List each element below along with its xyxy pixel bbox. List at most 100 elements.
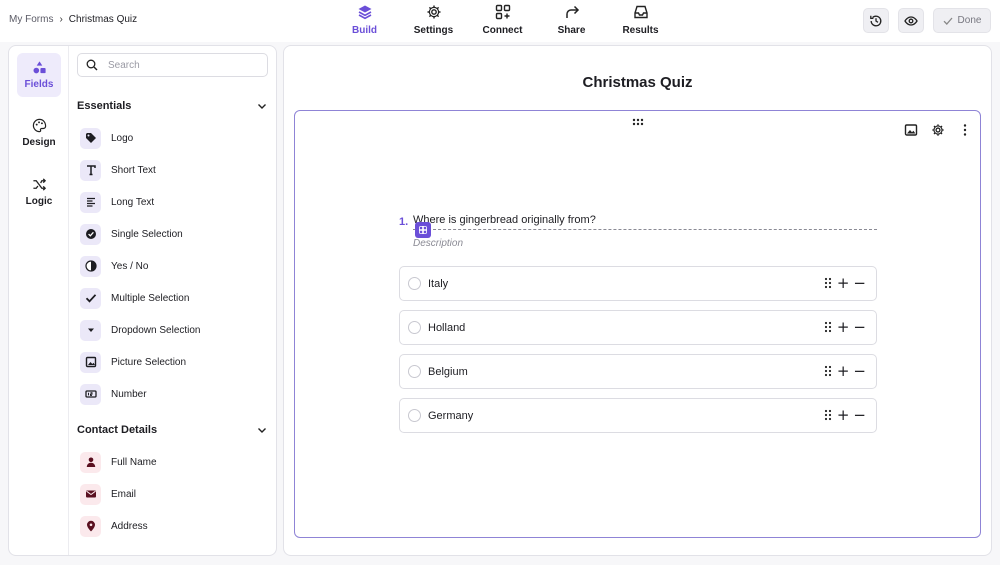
breadcrumb-separator-icon: › — [59, 14, 63, 25]
rail-design-label: Design — [22, 137, 56, 148]
rail-design[interactable]: Design — [17, 111, 61, 155]
shuffle-icon — [32, 178, 46, 191]
question-description[interactable]: Description — [413, 238, 463, 249]
minus-icon[interactable]: − — [853, 276, 866, 291]
field-logo[interactable]: Logo — [80, 127, 133, 149]
section-contact-title: Contact Details — [77, 424, 158, 436]
field-picture-selection[interactable]: Picture Selection — [80, 351, 186, 373]
tab-share[interactable]: Share — [537, 4, 606, 40]
drag-handle-icon[interactable] — [823, 365, 833, 377]
option-row[interactable]: Italy + − — [399, 266, 877, 301]
history-button[interactable] — [863, 8, 889, 33]
option-label[interactable]: Germany — [428, 410, 473, 422]
option-controls: + − — [823, 276, 866, 291]
chevron-down-icon — [258, 428, 266, 433]
shapes-icon — [33, 61, 46, 74]
field-email[interactable]: Email — [80, 483, 136, 505]
text-icon — [80, 159, 101, 181]
radio-icon[interactable] — [408, 277, 421, 290]
done-button-label: Done — [957, 15, 982, 26]
radio-check-icon — [80, 223, 101, 245]
option-row[interactable]: Holland + − — [399, 310, 877, 345]
option-label[interactable]: Italy — [428, 278, 448, 290]
check-icon — [943, 17, 953, 25]
left-panel: Fields Design Logic Essentials Logo Shor… — [8, 45, 277, 556]
option-controls: + − — [823, 364, 866, 379]
field-short-text[interactable]: Short Text — [80, 159, 156, 181]
location-pin-icon — [80, 515, 101, 537]
minus-icon[interactable]: − — [853, 408, 866, 423]
gear-icon[interactable] — [931, 123, 945, 137]
tag-icon — [80, 127, 101, 149]
number-icon — [80, 383, 101, 405]
tab-build[interactable]: Build — [330, 4, 399, 40]
option-label[interactable]: Belgium — [428, 366, 468, 378]
tab-results[interactable]: Results — [606, 4, 675, 40]
more-vertical-icon[interactable] — [958, 123, 972, 137]
form-title[interactable]: Christmas Quiz — [284, 74, 991, 91]
field-long-text[interactable]: Long Text — [80, 191, 154, 213]
connect-icon — [495, 4, 510, 20]
checkmark-icon — [80, 287, 101, 309]
field-multiple-selection-label: Multiple Selection — [111, 292, 190, 304]
rail-fields[interactable]: Fields — [17, 53, 61, 97]
radio-icon[interactable] — [408, 321, 421, 334]
drag-handle-icon[interactable] — [631, 117, 645, 127]
option-row[interactable]: Germany + − — [399, 398, 877, 433]
option-label[interactable]: Holland — [428, 322, 465, 334]
field-address[interactable]: Address — [80, 515, 148, 537]
field-yes-no[interactable]: Yes / No — [80, 255, 148, 277]
radio-icon[interactable] — [408, 409, 421, 422]
search-icon — [86, 59, 98, 71]
breadcrumb-my-forms[interactable]: My Forms — [9, 14, 53, 25]
question-text[interactable]: Where is gingerbread originally from? — [413, 214, 877, 230]
inbox-icon — [633, 5, 648, 19]
field-full-name-label: Full Name — [111, 456, 157, 468]
option-row[interactable]: Belgium + − — [399, 354, 877, 389]
section-essentials[interactable]: Essentials — [77, 100, 268, 112]
top-actions: Done — [863, 8, 991, 33]
done-button[interactable]: Done — [933, 8, 991, 33]
plus-icon[interactable]: + — [837, 320, 850, 335]
drag-handle-icon[interactable] — [823, 321, 833, 333]
person-icon — [80, 451, 101, 473]
search-box[interactable] — [77, 53, 268, 77]
plus-icon[interactable]: + — [837, 364, 850, 379]
field-list: Essentials Logo Short Text Long Text Sin… — [77, 46, 276, 555]
search-input[interactable] — [108, 59, 258, 71]
field-logo-label: Logo — [111, 132, 134, 144]
drag-handle-icon[interactable] — [823, 409, 833, 421]
field-dropdown-selection[interactable]: Dropdown Selection — [80, 319, 201, 341]
field-number[interactable]: Number — [80, 383, 147, 405]
plus-icon[interactable]: + — [837, 276, 850, 291]
field-single-selection[interactable]: Single Selection — [80, 223, 183, 245]
image-icon[interactable] — [904, 123, 918, 137]
tab-share-label: Share — [557, 25, 586, 36]
section-essentials-title: Essentials — [77, 100, 132, 112]
preview-button[interactable] — [898, 8, 924, 33]
add-media-badge-icon[interactable] — [415, 222, 431, 238]
question-number: 1. — [399, 216, 409, 228]
chevron-down-icon — [258, 104, 266, 109]
minus-icon[interactable]: − — [853, 320, 866, 335]
card-toolbar — [904, 123, 972, 137]
tab-connect[interactable]: Connect — [468, 4, 537, 40]
picture-icon — [80, 351, 101, 373]
field-dropdown-selection-label: Dropdown Selection — [111, 324, 201, 336]
field-address-label: Address — [111, 520, 148, 532]
field-multiple-selection[interactable]: Multiple Selection — [80, 287, 189, 309]
field-full-name[interactable]: Full Name — [80, 451, 157, 473]
tab-connect-label: Connect — [482, 25, 523, 36]
field-yes-no-label: Yes / No — [111, 260, 149, 272]
radio-icon[interactable] — [408, 365, 421, 378]
minus-icon[interactable]: − — [853, 364, 866, 379]
tab-settings[interactable]: Settings — [399, 4, 468, 40]
section-contact-details[interactable]: Contact Details — [77, 424, 268, 436]
field-number-label: Number — [111, 388, 147, 400]
field-short-text-label: Short Text — [111, 164, 156, 176]
drag-handle-icon[interactable] — [823, 277, 833, 289]
tab-settings-label: Settings — [413, 25, 454, 36]
rail-logic[interactable]: Logic — [17, 170, 61, 214]
plus-icon[interactable]: + — [837, 408, 850, 423]
question-card[interactable]: 1. Where is gingerbread originally from?… — [294, 110, 981, 538]
